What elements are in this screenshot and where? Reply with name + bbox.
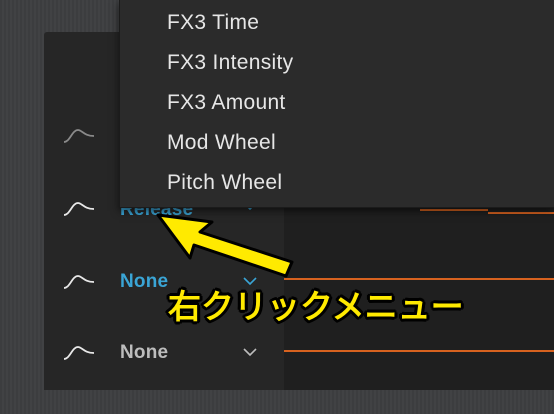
mod-source-label: None [120, 342, 169, 363]
context-menu: FX3 Time FX3 Intensity FX3 Amount Mod Wh… [119, 0, 554, 208]
menu-item-fx3-time[interactable]: FX3 Time [167, 11, 259, 35]
menu-item-mod-wheel[interactable]: Mod Wheel [167, 131, 276, 155]
menu-item-pitch-wheel[interactable]: Pitch Wheel [167, 171, 282, 195]
envelope-curve-icon [63, 346, 95, 360]
mod-row-none-2[interactable]: None [44, 333, 284, 373]
mod-line-release-3 [488, 212, 554, 214]
menu-item-fx3-intensity[interactable]: FX3 Intensity [167, 51, 293, 75]
envelope-curve-icon [63, 202, 95, 216]
chevron-down-icon[interactable] [242, 345, 258, 359]
envelope-curve-icon [63, 129, 95, 143]
menu-item-fx3-amount[interactable]: FX3 Amount [167, 91, 286, 115]
mod-line-release-2 [420, 209, 488, 211]
annotation-label: 右クリックメニュー [168, 287, 464, 326]
mod-line-none-2 [284, 350, 554, 352]
envelope-curve-icon [63, 275, 95, 289]
annotation-arrow-icon [156, 213, 294, 278]
